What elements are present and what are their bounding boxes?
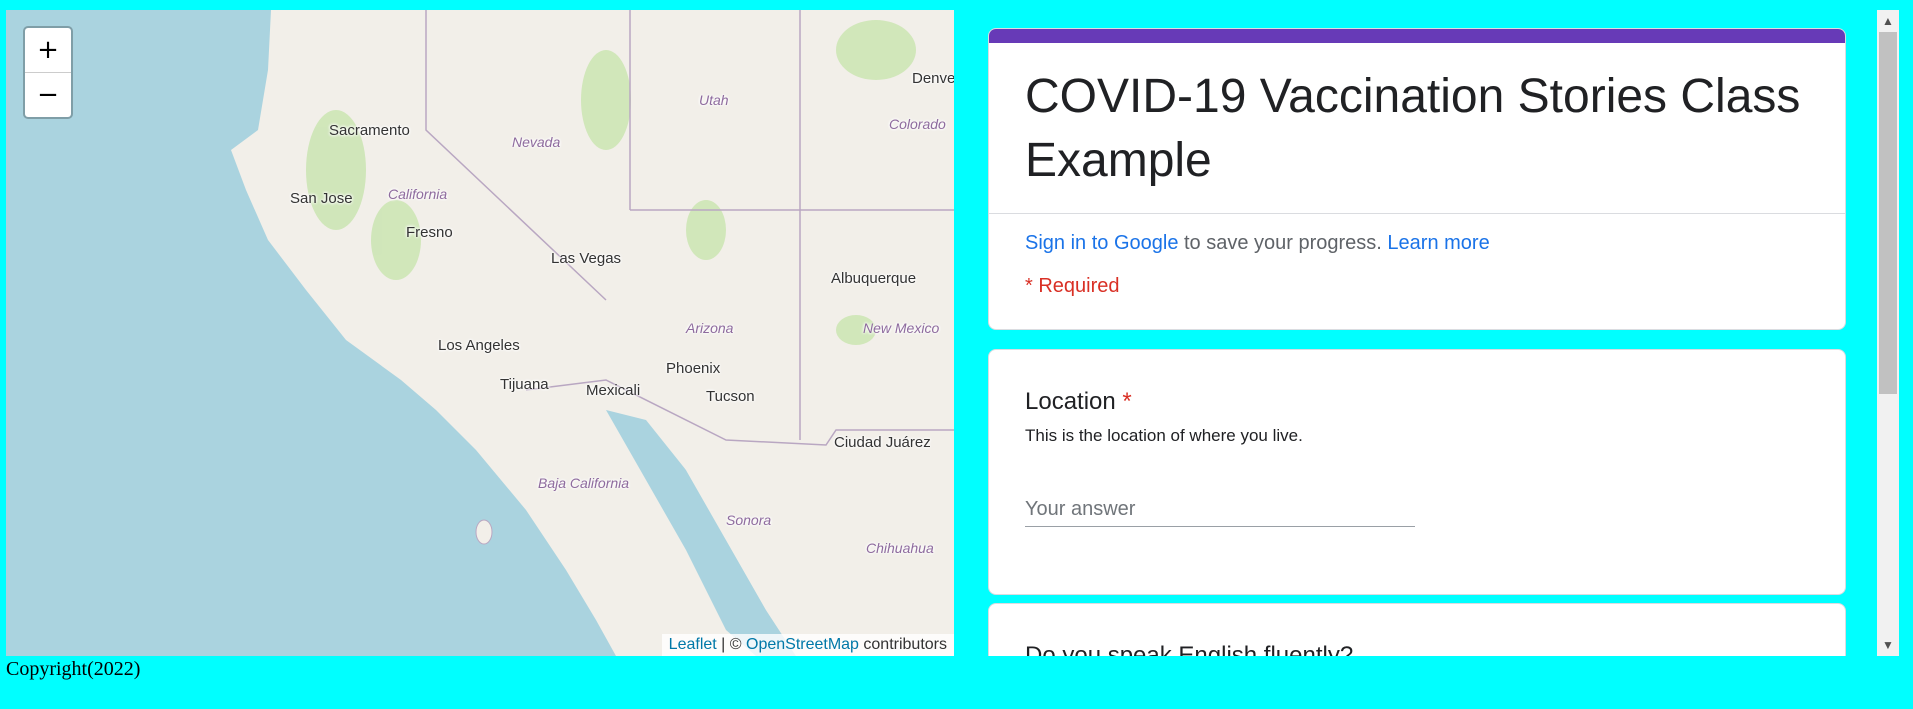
form-accent-band: [989, 29, 1845, 43]
signin-note: Sign in to Google to save your progress.…: [989, 214, 1845, 255]
required-note: * Required: [1025, 275, 1120, 297]
location-answer-input[interactable]: [1025, 492, 1415, 527]
question-title: Location *: [989, 350, 1845, 416]
city-label: Denve: [912, 70, 954, 87]
scroll-down-icon[interactable]: ▼: [1877, 634, 1899, 656]
city-label: Las Vegas: [551, 250, 622, 267]
question-description: This is the location of where you live.: [1025, 426, 1303, 445]
zoom-control: + −: [23, 26, 73, 119]
map[interactable]: Sacramento San Jose Fresno Las Vegas Los…: [6, 10, 954, 656]
state-label: Colorado: [889, 116, 946, 132]
form-pane: COVID-19 Vaccination Stories Class Examp…: [958, 10, 1876, 656]
form-title: COVID-19 Vaccination Stories Class Examp…: [1025, 70, 1801, 187]
state-label: California: [388, 186, 448, 202]
scrollbar-thumb[interactable]: [1879, 32, 1897, 394]
state-label: New Mexico: [863, 320, 940, 336]
form-header-card: COVID-19 Vaccination Stories Class Examp…: [988, 28, 1846, 330]
copyright-text: Copyright(2022): [6, 658, 141, 680]
question-title-text: Location: [1025, 388, 1116, 415]
question-title: Do you speak English fluently?: [1025, 642, 1354, 656]
city-label: Tucson: [706, 388, 755, 405]
city-label: Mexicali: [586, 382, 641, 399]
scrollbar[interactable]: ▲ ▼: [1877, 10, 1899, 656]
learn-more-link[interactable]: Learn more: [1387, 232, 1489, 254]
question-card-location: Location * This is the location of where…: [988, 349, 1846, 595]
question-card-english: Do you speak English fluently?: [988, 603, 1846, 656]
zoom-in-button[interactable]: +: [25, 28, 71, 72]
state-label: Chihuahua: [866, 540, 934, 556]
city-label: Los Angeles: [438, 337, 520, 354]
signin-text: to save your progress.: [1178, 232, 1388, 254]
attribution-separator: | ©: [716, 636, 746, 653]
state-label: Baja California: [538, 475, 630, 491]
map-attribution: Leaflet | © OpenStreetMap contributors: [661, 634, 954, 656]
map-tiles: [231, 10, 954, 656]
scroll-up-icon[interactable]: ▲: [1877, 10, 1899, 32]
state-label: Arizona: [686, 320, 734, 336]
required-mark: *: [1122, 388, 1132, 415]
attribution-suffix: contributors: [858, 636, 947, 653]
state-label: Nevada: [512, 134, 561, 150]
city-label: San Jose: [290, 190, 353, 207]
leaflet-link[interactable]: Leaflet: [669, 636, 717, 653]
state-label: Sonora: [726, 512, 772, 528]
zoom-out-button[interactable]: −: [25, 72, 71, 117]
openstreetmap-link[interactable]: OpenStreetMap: [746, 636, 859, 653]
city-label: Tijuana: [500, 376, 549, 393]
city-label: Sacramento: [329, 122, 410, 139]
state-label: Utah: [699, 92, 729, 108]
signin-link[interactable]: Sign in to Google: [1025, 232, 1178, 254]
city-label: Ciudad Juárez: [834, 434, 931, 451]
city-label: Phoenix: [666, 360, 721, 377]
city-label: Fresno: [406, 224, 453, 241]
city-label: Albuquerque: [831, 270, 917, 287]
